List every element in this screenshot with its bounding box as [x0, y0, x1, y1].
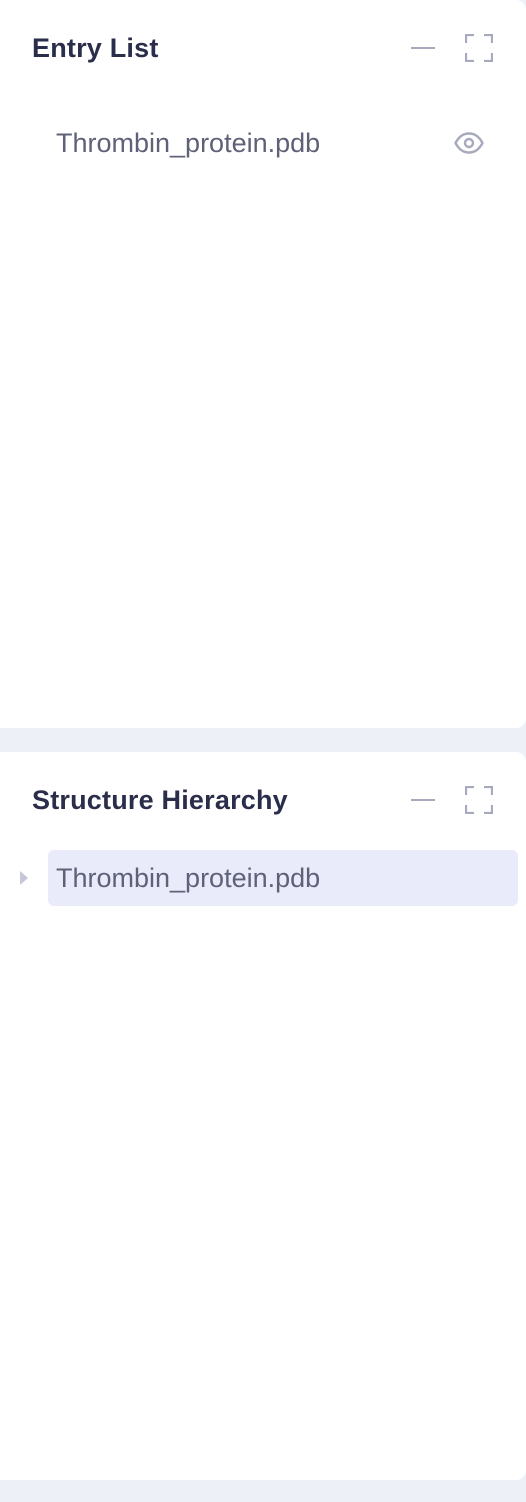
minus-icon — [411, 47, 435, 49]
minimize-button[interactable] — [408, 33, 438, 63]
structure-hierarchy-header: Structure Hierarchy — [32, 752, 494, 848]
minus-icon — [411, 799, 435, 801]
structure-hierarchy-controls — [408, 785, 494, 815]
visibility-toggle-button[interactable] — [452, 126, 486, 160]
eye-icon — [454, 132, 484, 154]
entry-list-controls — [408, 33, 494, 63]
structure-hierarchy-title: Structure Hierarchy — [32, 784, 288, 815]
structure-hierarchy-panel: Structure Hierarchy Thrombin_protein.pdb — [0, 752, 526, 1480]
tree-expand-toggle[interactable] — [0, 850, 48, 906]
tree-row: Thrombin_protein.pdb — [0, 850, 518, 906]
fullscreen-icon — [465, 34, 493, 62]
entry-name: Thrombin_protein.pdb — [56, 127, 321, 158]
tree-item-label: Thrombin_protein.pdb — [56, 862, 321, 893]
minimize-button[interactable] — [408, 785, 438, 815]
caret-right-icon — [20, 871, 28, 885]
entry-list-header: Entry List — [32, 0, 494, 96]
entry-list-item[interactable]: Thrombin_protein.pdb — [56, 118, 486, 168]
tree-item-selected[interactable]: Thrombin_protein.pdb — [48, 850, 518, 906]
entry-list-panel: Entry List Thrombin_protein.pdb — [0, 0, 526, 728]
fullscreen-icon — [465, 786, 493, 814]
maximize-button[interactable] — [464, 785, 494, 815]
entry-list-title: Entry List — [32, 32, 159, 63]
maximize-button[interactable] — [464, 33, 494, 63]
